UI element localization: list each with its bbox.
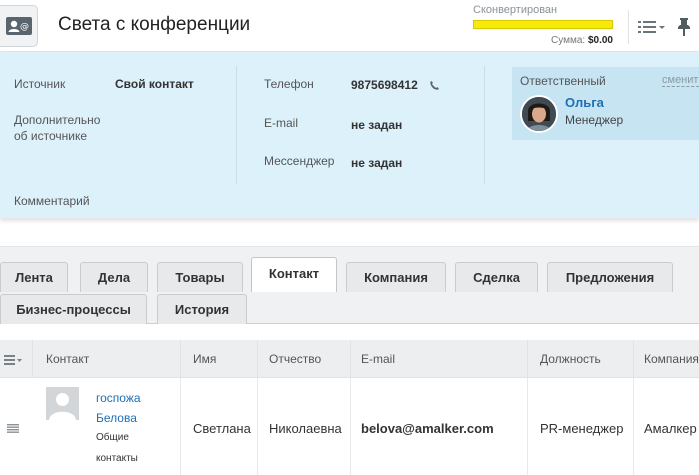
column-divider <box>350 378 351 475</box>
avatar[interactable] <box>520 95 558 133</box>
responsible-position: Менеджер <box>565 113 624 127</box>
cell-email[interactable]: belova@amalker.com <box>361 421 494 436</box>
tab-company[interactable]: Компания <box>346 262 446 292</box>
tab-feed[interactable]: Лента <box>0 262 68 292</box>
drag-handle-icon[interactable] <box>7 424 19 433</box>
tab-history[interactable]: История <box>157 294 247 324</box>
extra-source-label-line1: Дополнительно <box>14 113 101 127</box>
change-responsible-link[interactable]: сменить <box>662 74 699 87</box>
responsible-card: Ответственный сменить Ольга Менеджер <box>512 67 699 140</box>
cell-position: PR-менеджер <box>540 421 624 436</box>
column-header-first-name[interactable]: Имя <box>193 352 216 366</box>
column-divider <box>236 66 237 184</box>
tab-business-processes[interactable]: Бизнес-процессы <box>0 294 147 324</box>
contact-photo-placeholder <box>46 387 79 420</box>
extra-source-label-line2: об источнике <box>14 129 87 143</box>
list-menu-icon[interactable] <box>638 18 668 36</box>
column-divider <box>257 340 258 378</box>
tab-deal[interactable]: Сделка <box>455 262 538 292</box>
contact-name-link-line1[interactable]: госпожа <box>96 391 141 405</box>
conversion-status: Сконвертирован <box>473 4 558 16</box>
tab-bar: Лента Дела Товары Контакт Компания Сделк… <box>0 246 699 324</box>
cell-first-name: Светлана <box>193 421 251 436</box>
column-divider <box>32 340 33 378</box>
contact-name-link-line2[interactable]: Белова <box>96 411 137 425</box>
column-header-position[interactable]: Должность <box>540 352 601 366</box>
sum-value: $0.00 <box>587 35 613 46</box>
column-header-email[interactable]: E-mail <box>361 352 395 366</box>
sum-readout: Сумма: $0.00 <box>473 35 613 46</box>
phone-icon[interactable] <box>429 80 440 91</box>
sum-label: Сумма: <box>550 35 586 46</box>
messenger-label: Мессенджер <box>264 154 335 168</box>
column-divider <box>257 378 258 475</box>
responsible-name[interactable]: Ольга <box>565 95 604 110</box>
pin-icon[interactable] <box>676 17 692 37</box>
tab-activities[interactable]: Дела <box>80 262 148 292</box>
conversion-progress-bar <box>473 20 613 29</box>
column-divider <box>180 378 181 475</box>
contact-type-line2: контакты <box>96 453 138 464</box>
entity-header: @ Света с конференции Сконвертирован Сум… <box>0 0 699 52</box>
column-divider <box>484 66 485 184</box>
tab-contact[interactable]: Контакт <box>251 257 337 292</box>
email-label: E-mail <box>264 116 299 130</box>
column-divider <box>350 340 351 378</box>
source-value: Свой контакт <box>115 77 194 91</box>
tab-quotes[interactable]: Предложения <box>547 262 673 292</box>
email-value: не задан <box>351 118 403 132</box>
svg-text:@: @ <box>20 22 29 32</box>
entity-info-panel: Источник Свой контакт Дополнительно об и… <box>0 52 699 218</box>
page-title: Света с конференции <box>58 14 251 35</box>
column-divider <box>633 340 634 378</box>
cell-company-link[interactable]: Амалкер <box>644 421 697 436</box>
column-header-middle-name[interactable]: Отчество <box>269 352 321 366</box>
source-label: Источник <box>14 77 66 91</box>
contact-type-line1: Общие <box>96 432 129 443</box>
messenger-value: не задан <box>351 156 403 170</box>
contact-card-icon: @ <box>0 5 38 47</box>
header-divider <box>628 10 629 44</box>
column-header-company[interactable]: Компания <box>644 352 699 366</box>
column-divider <box>633 378 634 475</box>
tab-products[interactable]: Товары <box>157 262 243 292</box>
column-divider <box>527 378 528 475</box>
column-divider <box>527 340 528 378</box>
responsible-label: Ответственный <box>520 74 606 88</box>
column-settings-icon[interactable] <box>4 353 24 365</box>
phone-value[interactable]: 9875698412 <box>351 78 418 92</box>
column-header-contact[interactable]: Контакт <box>46 352 89 366</box>
phone-label: Телефон <box>264 77 314 91</box>
column-divider <box>180 340 181 378</box>
comment-label: Комментарий <box>14 194 90 208</box>
cell-middle-name: Николаевна <box>269 421 342 436</box>
table-header: Контакт Имя Отчество E-mail Должность Ко… <box>0 340 699 378</box>
